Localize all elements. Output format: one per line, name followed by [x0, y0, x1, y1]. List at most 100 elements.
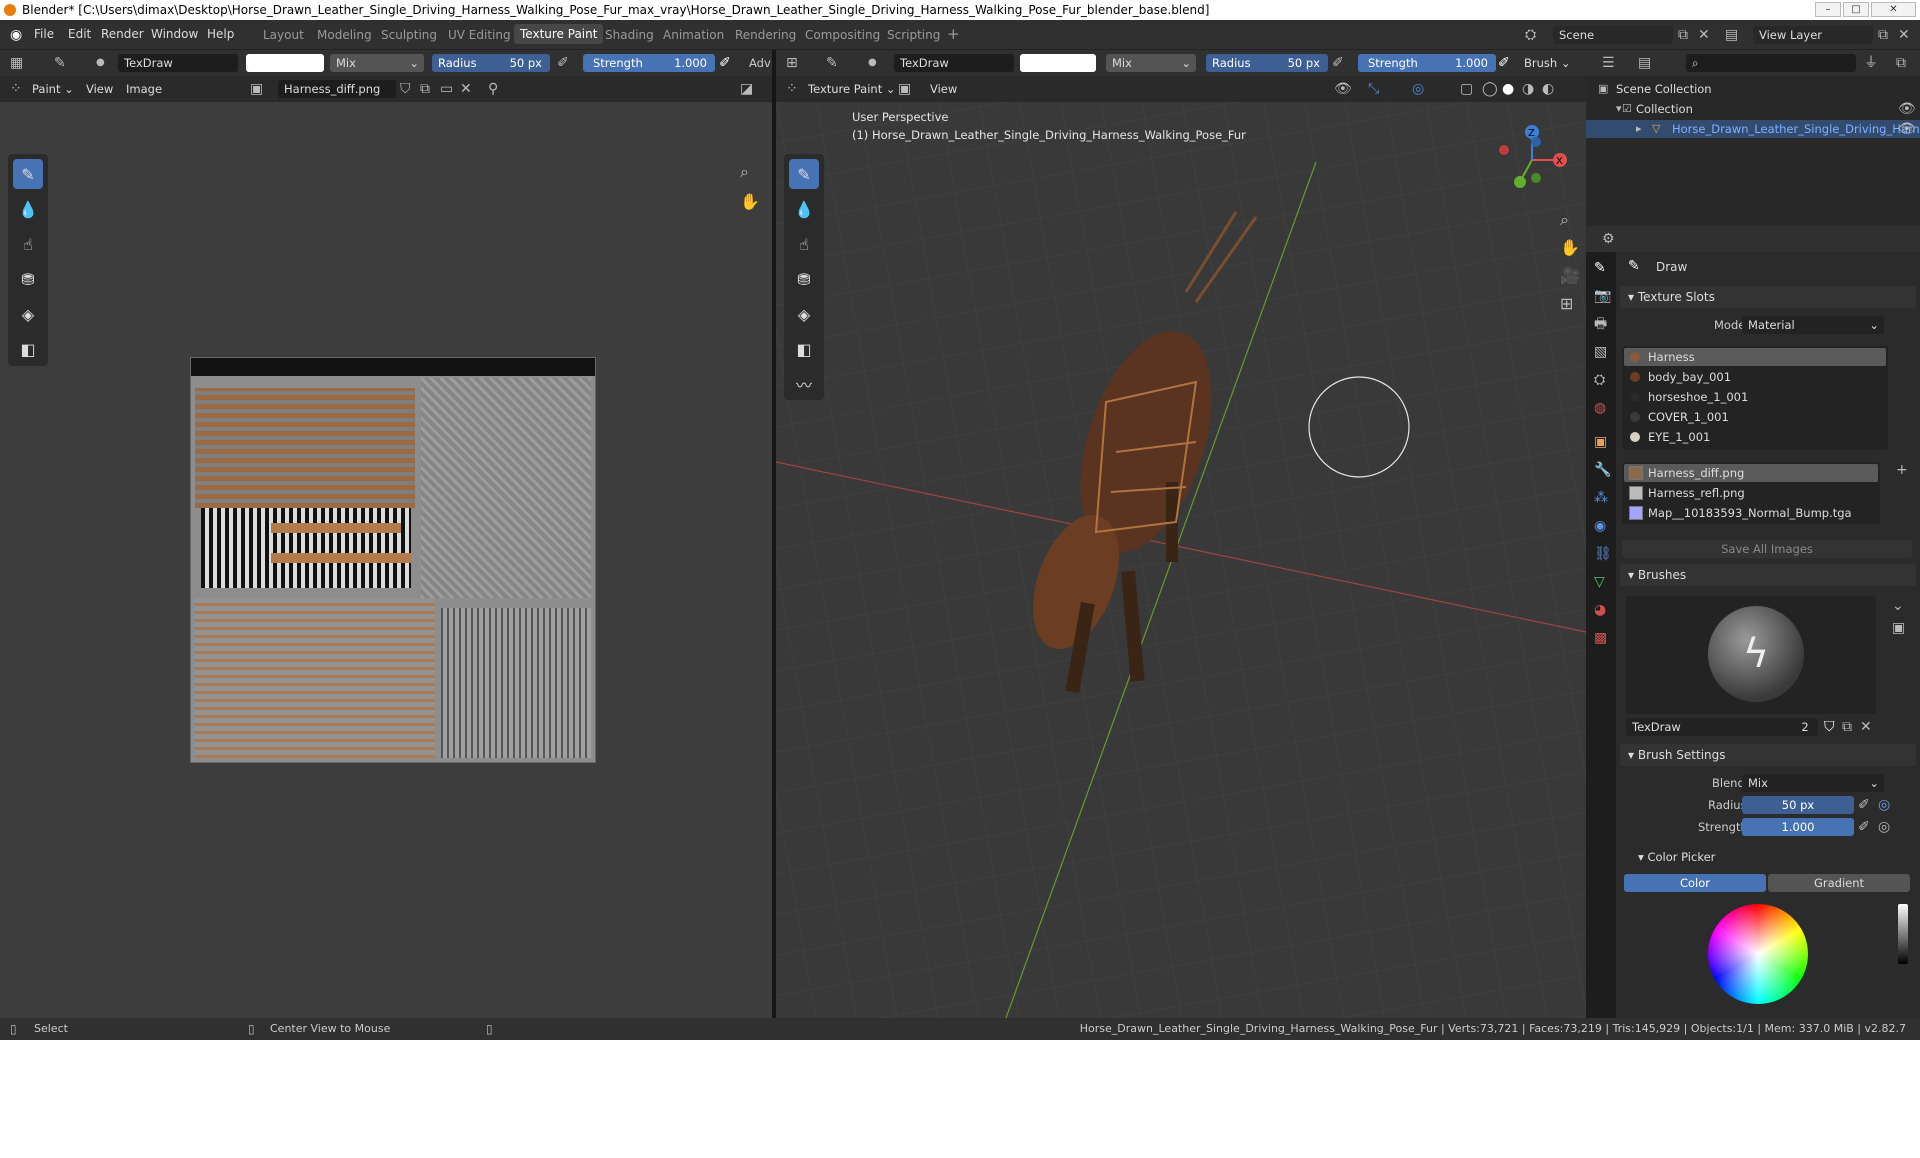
material-slot-cover[interactable]: COVER_1_001	[1624, 408, 1886, 426]
image-name-field[interactable]: Harness_diff.png	[278, 80, 396, 98]
world-tab-icon[interactable]: ◍	[1594, 400, 1606, 416]
brush-preview-icon[interactable]: ●	[868, 55, 877, 71]
remove-view-layer-icon[interactable]: ✕	[1898, 27, 1910, 43]
menu-file[interactable]: File	[34, 27, 54, 41]
particles-tab-icon[interactable]: ⁂	[1594, 490, 1608, 506]
mask-toggle-icon[interactable]: ▣	[898, 81, 911, 97]
blender-menu-icon[interactable]: ◉	[10, 27, 22, 43]
color-wheel[interactable]	[1708, 904, 1808, 1004]
brush-image-icon[interactable]: ▣	[1892, 620, 1905, 636]
filter-icon[interactable]: ⏚	[1864, 55, 1878, 71]
mode-dropdown[interactable]: Material ⌄	[1742, 316, 1884, 334]
brush-name-field[interactable]: TexDraw	[118, 54, 238, 72]
brush-tool-icon[interactable]: ✎	[826, 55, 838, 71]
tab-layout[interactable]: Layout	[263, 28, 304, 42]
brush-settings-panel-header[interactable]: ▾ Brush Settings	[1620, 744, 1916, 766]
new-image-icon[interactable]: ⧉	[420, 81, 430, 97]
open-image-icon[interactable]: ▭	[440, 81, 453, 97]
clone-tool-icon[interactable]: ⛃	[789, 264, 819, 294]
tab-compositing[interactable]: Compositing	[805, 28, 880, 42]
tab-sculpting[interactable]: Sculpting	[381, 28, 437, 42]
material-slot-eye[interactable]: EYE_1_001	[1624, 428, 1886, 446]
annotate-tool-icon[interactable]: 〰	[789, 369, 819, 399]
tool-tab-icon[interactable]: ✎	[1594, 260, 1606, 276]
brushes-panel-header[interactable]: ▾ Brushes	[1620, 564, 1916, 586]
modifier-tab-icon[interactable]: 🔧	[1594, 462, 1611, 478]
image-browse-icon[interactable]: ▣	[250, 81, 263, 97]
zoom-icon[interactable]: ⌕	[1560, 212, 1569, 228]
image-slot-refl[interactable]: Harness_refl.png	[1624, 484, 1878, 502]
new-scene-icon[interactable]: ⧉	[1678, 27, 1688, 43]
blend-dropdown[interactable]: Mix ⌄	[1742, 774, 1884, 792]
soften-tool-icon[interactable]: 💧	[13, 194, 43, 224]
output-tab-icon[interactable]: 🖶	[1594, 316, 1607, 332]
draw-tool-icon[interactable]: ✎	[789, 159, 819, 189]
smear-tool-icon[interactable]: ☝	[789, 229, 819, 259]
tab-uv-editing[interactable]: UV Editing	[448, 28, 511, 42]
display-mode-icon[interactable]: ▤	[1638, 55, 1651, 71]
unlink-brush-icon[interactable]: ✕	[1860, 719, 1872, 735]
radius-pressure-icon[interactable]: ✐	[1858, 797, 1870, 813]
navigation-gizmo[interactable]: X Z	[1492, 120, 1572, 200]
tab-rendering[interactable]: Rendering	[735, 28, 796, 42]
maximize-button[interactable]: □	[1843, 2, 1869, 17]
minimize-button[interactable]: –	[1815, 2, 1841, 17]
menu-window[interactable]: Window	[151, 27, 198, 41]
color-picker-header[interactable]: ▾ Color Picker	[1638, 850, 1715, 864]
brush-preview-panel[interactable]: ϟ	[1626, 596, 1876, 714]
brush-dropdown-icon[interactable]: ⌄	[1892, 598, 1904, 614]
tab-shading[interactable]: Shading	[605, 28, 654, 42]
solid-shading-icon[interactable]: ●	[1502, 81, 1514, 97]
save-all-images-button[interactable]: Save All Images	[1622, 540, 1912, 558]
strength-unified-icon[interactable]: ◎	[1878, 819, 1890, 835]
mode-dropdown[interactable]: Texture Paint ⌄	[808, 82, 896, 96]
soften-tool-icon[interactable]: 💧	[789, 194, 819, 224]
blend-mode-dropdown[interactable]: Mix ⌄	[1106, 54, 1196, 72]
scene-collection-item[interactable]: ▣ Scene Collection	[1586, 80, 1920, 98]
color-tab[interactable]: Color	[1624, 874, 1766, 892]
material-tab-icon[interactable]: ◕	[1594, 602, 1606, 618]
radius-slider[interactable]: Radius 50 px	[432, 54, 550, 72]
editor-type-icon[interactable]: ☰	[1602, 55, 1615, 71]
brush-name-field[interactable]: TexDraw	[894, 54, 1014, 72]
menu-render[interactable]: Render	[101, 27, 144, 41]
smear-tool-icon[interactable]: ☝	[13, 229, 43, 259]
paint-mode-dropdown[interactable]: Paint ⌄	[32, 82, 74, 96]
close-button[interactable]: ✕	[1871, 2, 1916, 17]
viewport-canvas[interactable]: User Perspective (1) Horse_Drawn_Leather…	[776, 102, 1586, 1018]
mask-tool-icon[interactable]: ◧	[13, 334, 43, 364]
editor-type-icon[interactable]: ⊞	[786, 55, 798, 71]
advanced-menu[interactable]: Adv	[749, 56, 771, 70]
scene-icon[interactable]: ⛭	[1525, 27, 1536, 43]
fill-tool-icon[interactable]: ◈	[13, 299, 43, 329]
zoom-icon[interactable]: ⌕	[740, 164, 749, 180]
strength-slider[interactable]: Strength 1.000	[1358, 54, 1496, 72]
radius-slider[interactable]: 50 px	[1742, 796, 1854, 814]
menu-edit[interactable]: Edit	[68, 27, 91, 41]
brush-tool-icon[interactable]: ✎	[54, 55, 66, 71]
camera-view-icon[interactable]: 🎥	[1560, 268, 1580, 284]
gradient-tab[interactable]: Gradient	[1768, 874, 1910, 892]
image-editor-canvas[interactable]: ✎ 💧 ☝ ⛃ ◈ ◧ ⌕ ✋	[0, 102, 772, 1018]
material-shading-icon[interactable]: ◑	[1522, 81, 1534, 97]
image-slot-normal[interactable]: Map__10183593_Normal_Bump.tga	[1624, 504, 1878, 522]
gizmo-icon[interactable]: ⤡	[1368, 81, 1379, 97]
strength-pressure-icon[interactable]: ✐	[719, 55, 731, 71]
strength-slider[interactable]: Strength 1.000	[583, 54, 715, 72]
material-slot-harness[interactable]: Harness	[1624, 348, 1886, 366]
brush-preview-icon[interactable]: ●	[96, 55, 105, 71]
strength-pressure-icon[interactable]: ✐	[1858, 819, 1870, 835]
editor-type-icon[interactable]: ▦	[10, 55, 23, 71]
tab-scripting[interactable]: Scripting	[887, 28, 940, 42]
menu-help[interactable]: Help	[207, 27, 234, 41]
view-menu[interactable]: View	[930, 82, 957, 96]
rendered-shading-icon[interactable]: ◐	[1542, 81, 1554, 97]
data-tab-icon[interactable]: ▽	[1594, 574, 1605, 590]
mask-tool-icon[interactable]: ◧	[789, 334, 819, 364]
tab-texture-paint[interactable]: Texture Paint	[514, 24, 604, 44]
unlink-image-icon[interactable]: ✕	[460, 81, 472, 97]
fake-user-icon[interactable]: ⛉	[400, 81, 411, 97]
brush-color-swatch[interactable]	[246, 54, 324, 72]
fake-user-icon[interactable]: ⛉	[1824, 719, 1835, 735]
physics-tab-icon[interactable]: ◉	[1594, 518, 1606, 534]
